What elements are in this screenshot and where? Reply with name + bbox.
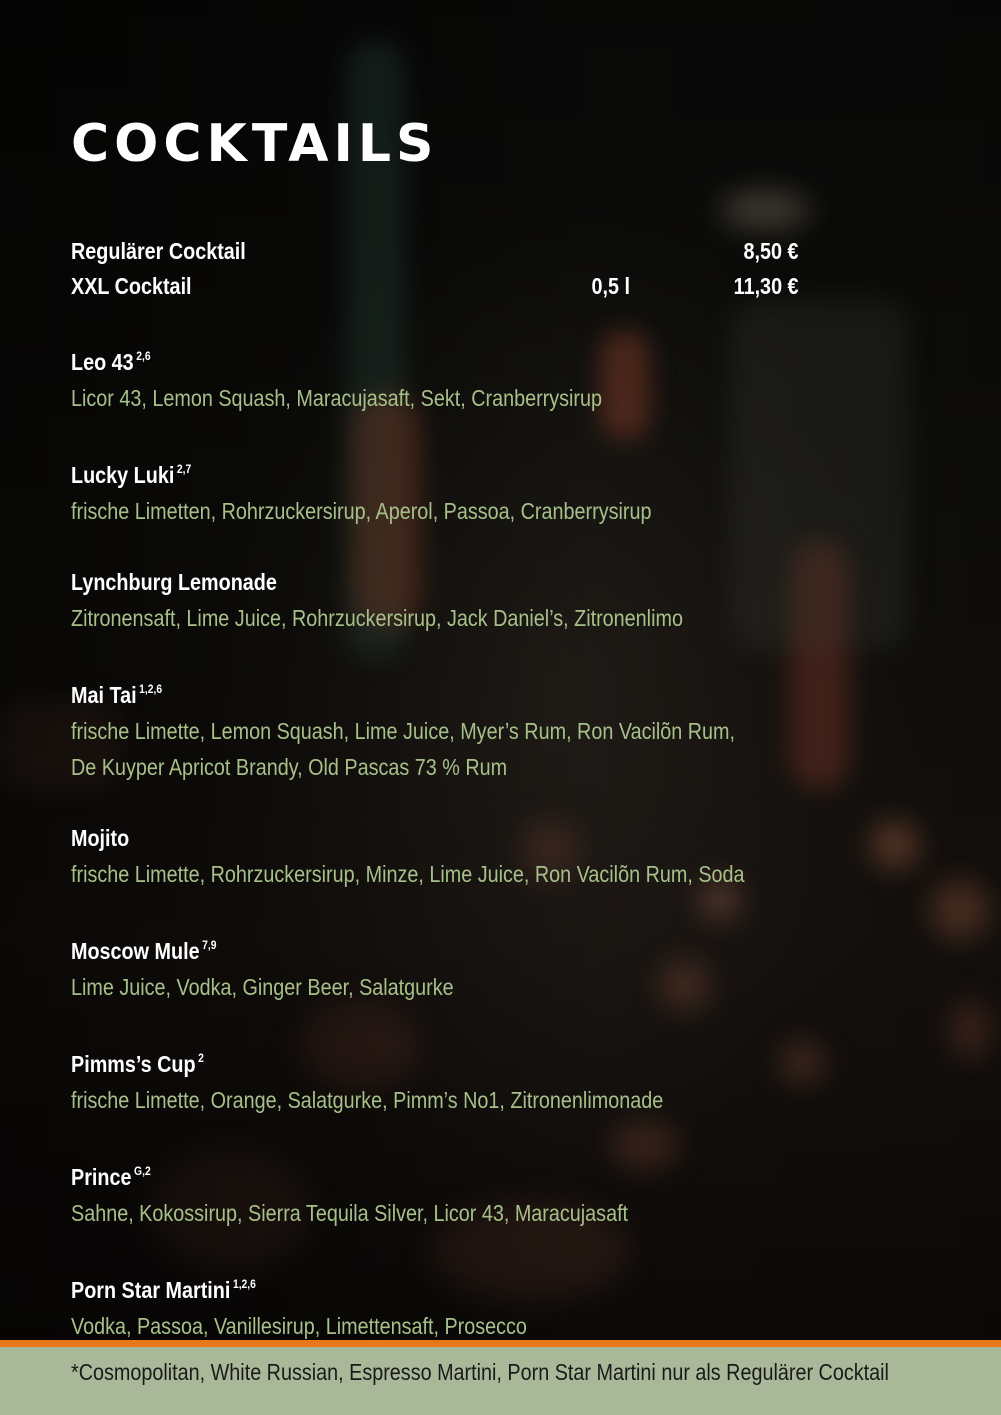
cocktail-list: Leo 43 2,6 Licor 43, Lemon Squash, Maracu… (71, 338, 931, 1379)
page-title: COCKTAILS (71, 114, 439, 174)
cocktail-item: Porn Star Martini 1,2,6 Vodka, Passoa, Va… (71, 1266, 931, 1344)
allergen-codes: 2 (198, 1051, 204, 1065)
cocktail-ingredients: Zitronensaft, Lime Juice, Rohrzuckersiru… (71, 605, 683, 631)
cocktail-name: Porn Star Martini 1,2,6 (71, 1277, 256, 1303)
cocktail-name: Pimms’s Cup 2 (71, 1051, 204, 1077)
price-size: 0,5 l (591, 273, 630, 299)
footer-banner: *Cosmopolitan, White Russian, Espresso M… (0, 1347, 1001, 1415)
price-value: 8,50 € (743, 238, 799, 264)
allergen-codes: 1,2,6 (139, 682, 163, 696)
cocktail-ingredients: frische Limette, Lemon Squash, Lime Juic… (71, 718, 736, 744)
cocktail-item: Lucky Luki 2,7 frische Limetten, Rohrzuck… (71, 451, 931, 529)
allergen-codes: 2,6 (136, 349, 151, 363)
cocktail-ingredients: De Kuyper Apricot Brandy, Old Pascas 73 … (71, 754, 508, 780)
footer-note: *Cosmopolitan, White Russian, Espresso M… (71, 1359, 889, 1385)
cocktail-ingredients: frische Limette, Rohrzuckersirup, Minze,… (71, 861, 745, 887)
cocktail-item: Leo 43 2,6 Licor 43, Lemon Squash, Maracu… (71, 338, 931, 416)
price-value: 11,30 € (733, 273, 799, 299)
cocktail-item: Lynchburg Lemonade Zitronensaft, Lime Ju… (71, 564, 931, 636)
allergen-codes: G,2 (134, 1164, 151, 1178)
footer-divider (0, 1340, 1001, 1347)
cocktail-ingredients: Licor 43, Lemon Squash, Maracujasaft, Se… (71, 385, 603, 411)
price-row-regular: Regulärer Cocktail 8,50 € (71, 234, 799, 268)
cocktail-item: Prince G,2 Sahne, Kokossirup, Sierra Tequ… (71, 1153, 931, 1231)
cocktail-name: Mai Tai 1,2,6 (71, 682, 163, 708)
cocktail-item: Mojito frische Limette, Rohrzuckersirup,… (71, 820, 931, 892)
cocktail-name: Mojito (71, 825, 130, 851)
cocktail-item: Moscow Mule 7,9 Lime Juice, Vodka, Ginger… (71, 927, 931, 1005)
cocktail-name: Prince G,2 (71, 1164, 151, 1190)
cocktail-name: Lucky Luki 2,7 (71, 462, 192, 488)
cocktail-item: Pimms’s Cup 2 frische Limette, Orange, Sa… (71, 1040, 931, 1118)
cocktail-ingredients: Sahne, Kokossirup, Sierra Tequila Silver… (71, 1200, 629, 1226)
cocktail-name: Lynchburg Lemonade (71, 569, 277, 595)
cocktail-item: Mai Tai 1,2,6 frische Limette, Lemon Squa… (71, 671, 931, 785)
price-row-xxl: XXL Cocktail 0,5 l 11,30 € (71, 269, 799, 303)
cocktail-ingredients: frische Limetten, Rohrzuckersirup, Apero… (71, 498, 652, 524)
cocktail-ingredients: frische Limette, Orange, Salatgurke, Pim… (71, 1087, 664, 1113)
allergen-codes: 2,7 (176, 462, 192, 476)
cocktail-ingredients: Vodka, Passoa, Vanillesirup, Limettensaf… (71, 1313, 527, 1339)
cocktail-ingredients: Lime Juice, Vodka, Ginger Beer, Salatgur… (71, 974, 454, 1000)
price-label: Regulärer Cocktail (71, 238, 246, 264)
allergen-codes: 7,9 (202, 938, 217, 952)
price-label: XXL Cocktail (71, 273, 192, 299)
cocktail-name: Leo 43 2,6 (71, 349, 151, 375)
cocktail-name: Moscow Mule 7,9 (71, 938, 217, 964)
allergen-codes: 1,2,6 (232, 1277, 256, 1291)
